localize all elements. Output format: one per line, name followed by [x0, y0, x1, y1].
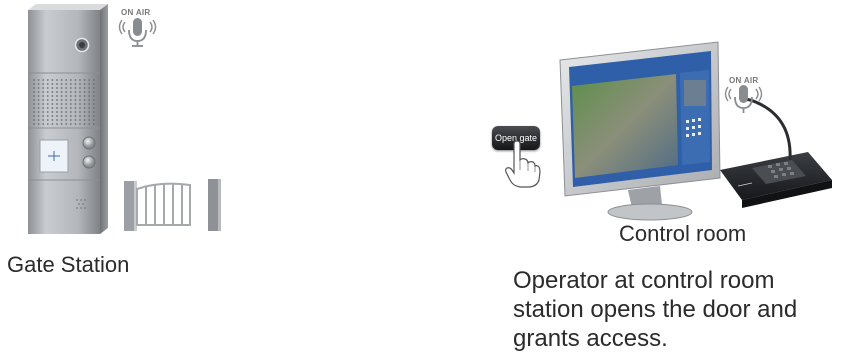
control-room-description: Operator at control room station opens t… [513, 267, 798, 352]
control-room-caption: Control room [619, 221, 747, 246]
microphone-icon [724, 85, 763, 113]
hand-pointer-icon [505, 140, 541, 188]
